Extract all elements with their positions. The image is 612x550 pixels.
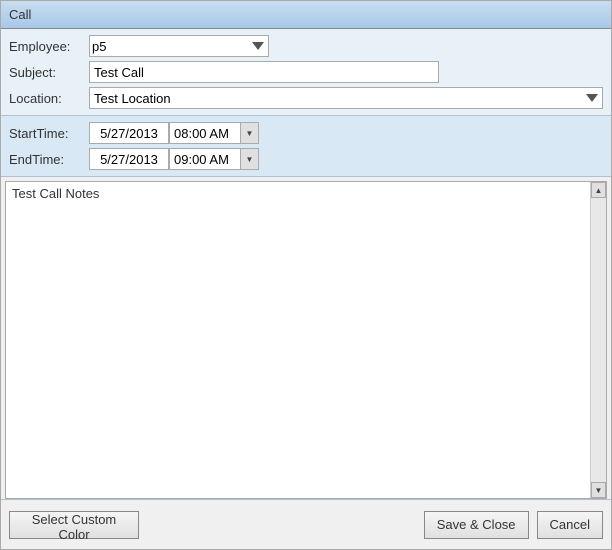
start-time-wrapper: ▼ [169,122,259,144]
end-date-input[interactable] [89,148,169,170]
subject-row: Subject: [9,61,603,83]
window-title: Call [9,7,31,22]
custom-color-button[interactable]: Select Custom Color [9,511,139,539]
end-time-dropdown-btn[interactable]: ▼ [240,149,258,169]
end-time-row: EndTime: ▼ [9,148,603,170]
start-time-dropdown-btn[interactable]: ▼ [240,123,258,143]
start-date-input[interactable] [89,122,169,144]
scroll-down-btn[interactable]: ▼ [591,482,606,498]
time-section: StartTime: ▼ EndTime: ▼ [1,116,611,177]
title-bar: Call [1,1,611,29]
cancel-button[interactable]: Cancel [537,511,603,539]
subject-label: Subject: [9,65,89,80]
location-select[interactable]: Test Location [89,87,603,109]
notes-scrollbar: ▲ ▼ [590,182,606,498]
notes-text[interactable]: Test Call Notes [6,182,590,498]
employee-label: Employee: [9,39,89,54]
end-time-wrapper: ▼ [169,148,259,170]
scrollbar-track[interactable] [591,198,606,482]
employee-row: Employee: p5 [9,35,603,57]
location-row: Location: Test Location [9,87,603,109]
call-window: Call Employee: p5 Subject: Location: Tes… [0,0,612,550]
bottom-bar: Select Custom Color Save & Close Cancel [1,499,611,549]
start-time-input[interactable] [170,123,240,143]
form-area: Employee: p5 Subject: Location: Test Loc… [1,29,611,116]
start-time-label: StartTime: [9,126,89,141]
scroll-up-btn[interactable]: ▲ [591,182,606,198]
end-time-label: EndTime: [9,152,89,167]
notes-area: Test Call Notes ▲ ▼ [5,181,607,499]
save-close-button[interactable]: Save & Close [424,511,529,539]
location-label: Location: [9,91,89,106]
subject-input[interactable] [89,61,439,83]
employee-select[interactable]: p5 [89,35,269,57]
start-time-row: StartTime: ▼ [9,122,603,144]
end-time-input[interactable] [170,149,240,169]
